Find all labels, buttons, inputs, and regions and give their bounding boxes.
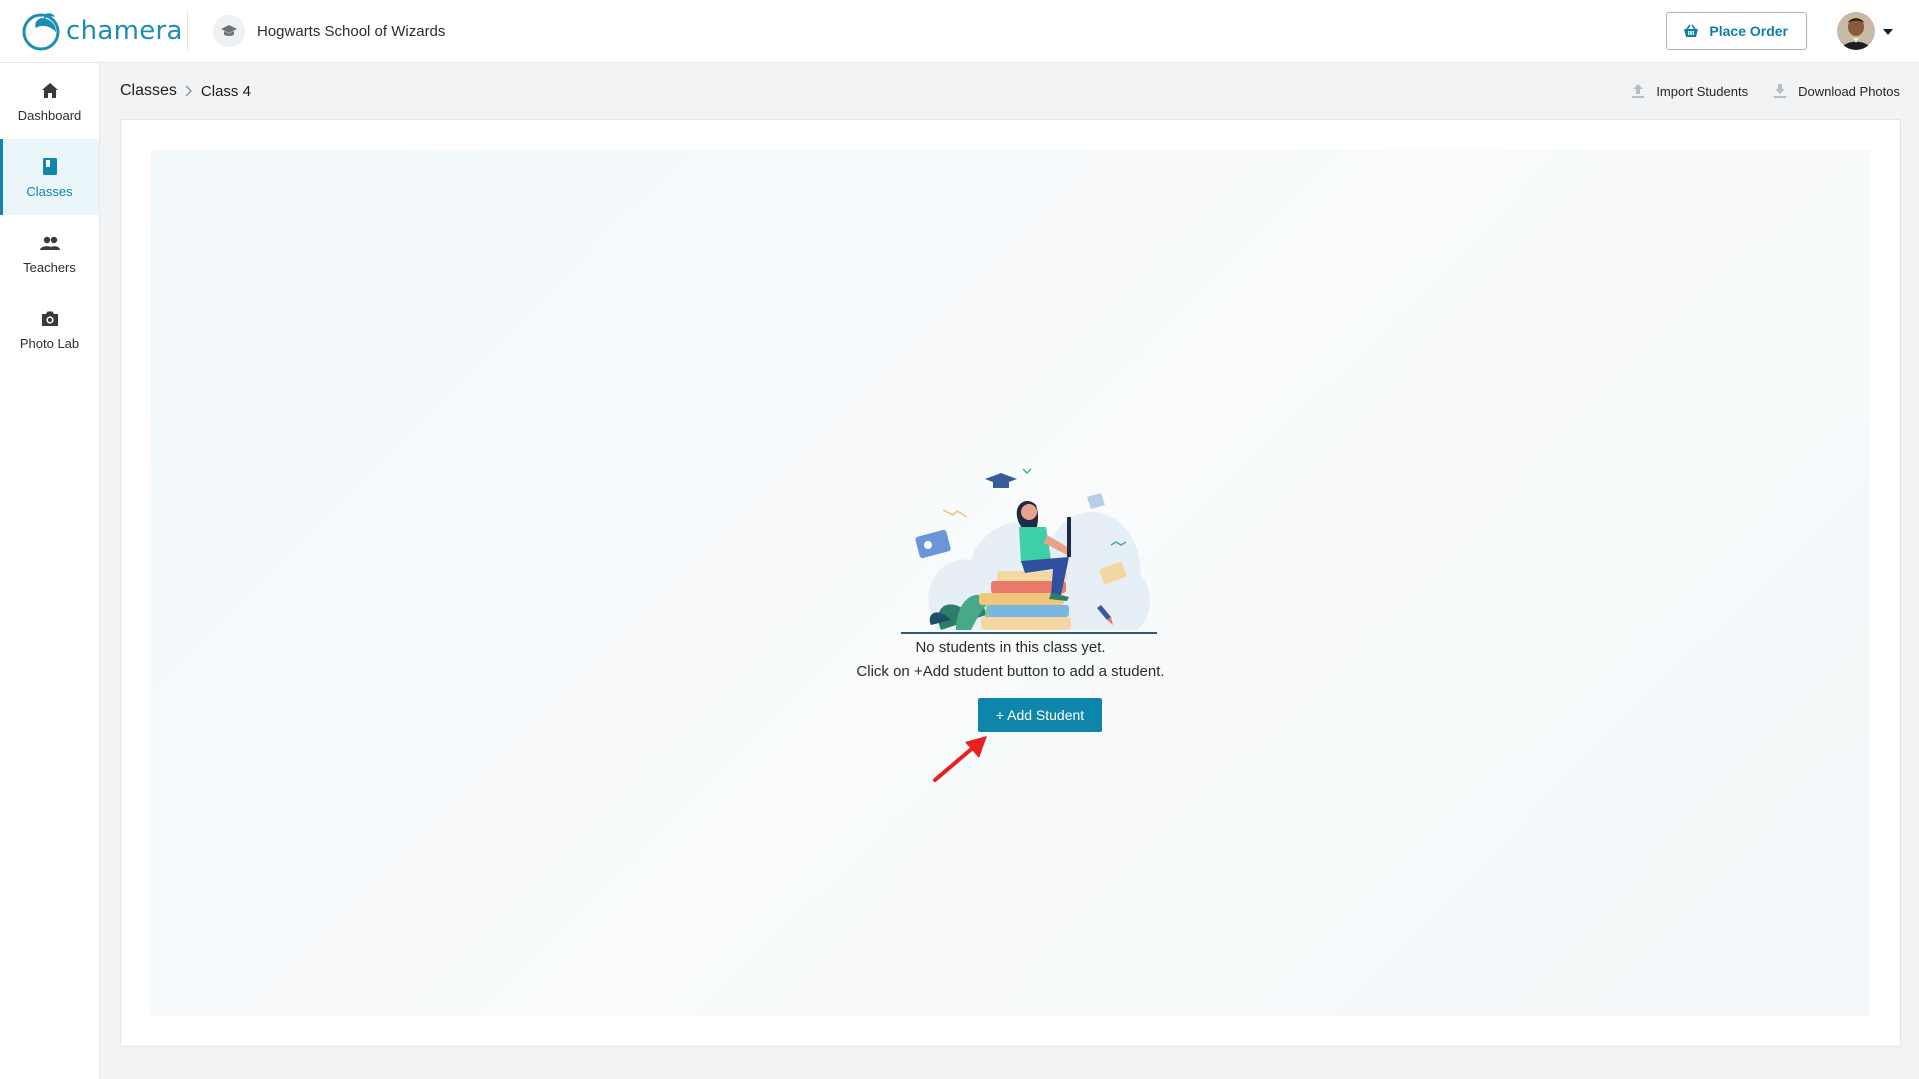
chamera-logo-icon bbox=[22, 13, 60, 51]
place-order-label: Place Order bbox=[1709, 23, 1788, 39]
sidebar-item-classes[interactable]: Classes bbox=[0, 139, 99, 215]
chevron-right-icon bbox=[185, 85, 193, 97]
sidebar: Dashboard Classes Teachers Photo Lab bbox=[0, 63, 100, 1079]
empty-state-message: No students in this class yet. Click on … bbox=[151, 636, 1870, 684]
breadcrumb-current: Class 4 bbox=[200, 82, 251, 100]
empty-state: No students in this class yet. Click on … bbox=[151, 150, 1870, 1016]
empty-state-line1: No students in this class yet. bbox=[915, 639, 1106, 656]
brand[interactable]: chamera bbox=[0, 11, 188, 51]
sidebar-item-label: Photo Lab bbox=[19, 335, 80, 351]
school-selector[interactable]: Hogwarts School of Wizards bbox=[213, 15, 445, 47]
content-card: No students in this class yet. Click on … bbox=[120, 119, 1901, 1047]
camera-icon bbox=[41, 308, 59, 330]
student-illustration bbox=[901, 468, 1157, 634]
breadcrumb-bar: Classes Class 4 Import Students Download… bbox=[120, 63, 1900, 119]
add-student-button[interactable]: + Add Student bbox=[978, 698, 1102, 732]
download-icon bbox=[1774, 84, 1787, 98]
brand-name: chamera bbox=[66, 16, 183, 46]
graduation-cap-icon bbox=[213, 15, 245, 47]
red-arrow-annotation-icon bbox=[933, 736, 987, 782]
home-icon bbox=[41, 80, 58, 102]
school-name: Hogwarts School of Wizards bbox=[257, 22, 446, 40]
sidebar-item-photo-lab[interactable]: Photo Lab bbox=[0, 291, 99, 367]
sidebar-item-teachers[interactable]: Teachers bbox=[0, 215, 99, 291]
people-icon bbox=[39, 232, 60, 254]
avatar[interactable] bbox=[1837, 12, 1875, 50]
download-photos-label: Download Photos bbox=[1798, 83, 1900, 99]
chevron-down-icon[interactable] bbox=[1883, 29, 1893, 35]
empty-state-line2: Click on +Add student button to add a st… bbox=[856, 663, 1165, 680]
book-icon bbox=[42, 156, 57, 178]
sidebar-item-label: Classes bbox=[26, 183, 73, 199]
import-students-label: Import Students bbox=[1656, 83, 1749, 99]
sidebar-item-dashboard[interactable]: Dashboard bbox=[0, 63, 99, 139]
sidebar-item-label: Dashboard bbox=[17, 107, 82, 123]
breadcrumb-root[interactable]: Classes bbox=[120, 82, 177, 100]
import-students-button[interactable]: Import Students bbox=[1632, 84, 1748, 99]
place-order-button[interactable]: Place Order bbox=[1666, 12, 1807, 50]
download-photos-button[interactable]: Download Photos bbox=[1774, 84, 1900, 99]
sidebar-item-label: Teachers bbox=[23, 259, 76, 275]
top-bar: chamera Hogwarts School of Wizards Place… bbox=[0, 0, 1919, 63]
basket-icon bbox=[1684, 24, 1699, 37]
upload-icon bbox=[1632, 84, 1645, 98]
